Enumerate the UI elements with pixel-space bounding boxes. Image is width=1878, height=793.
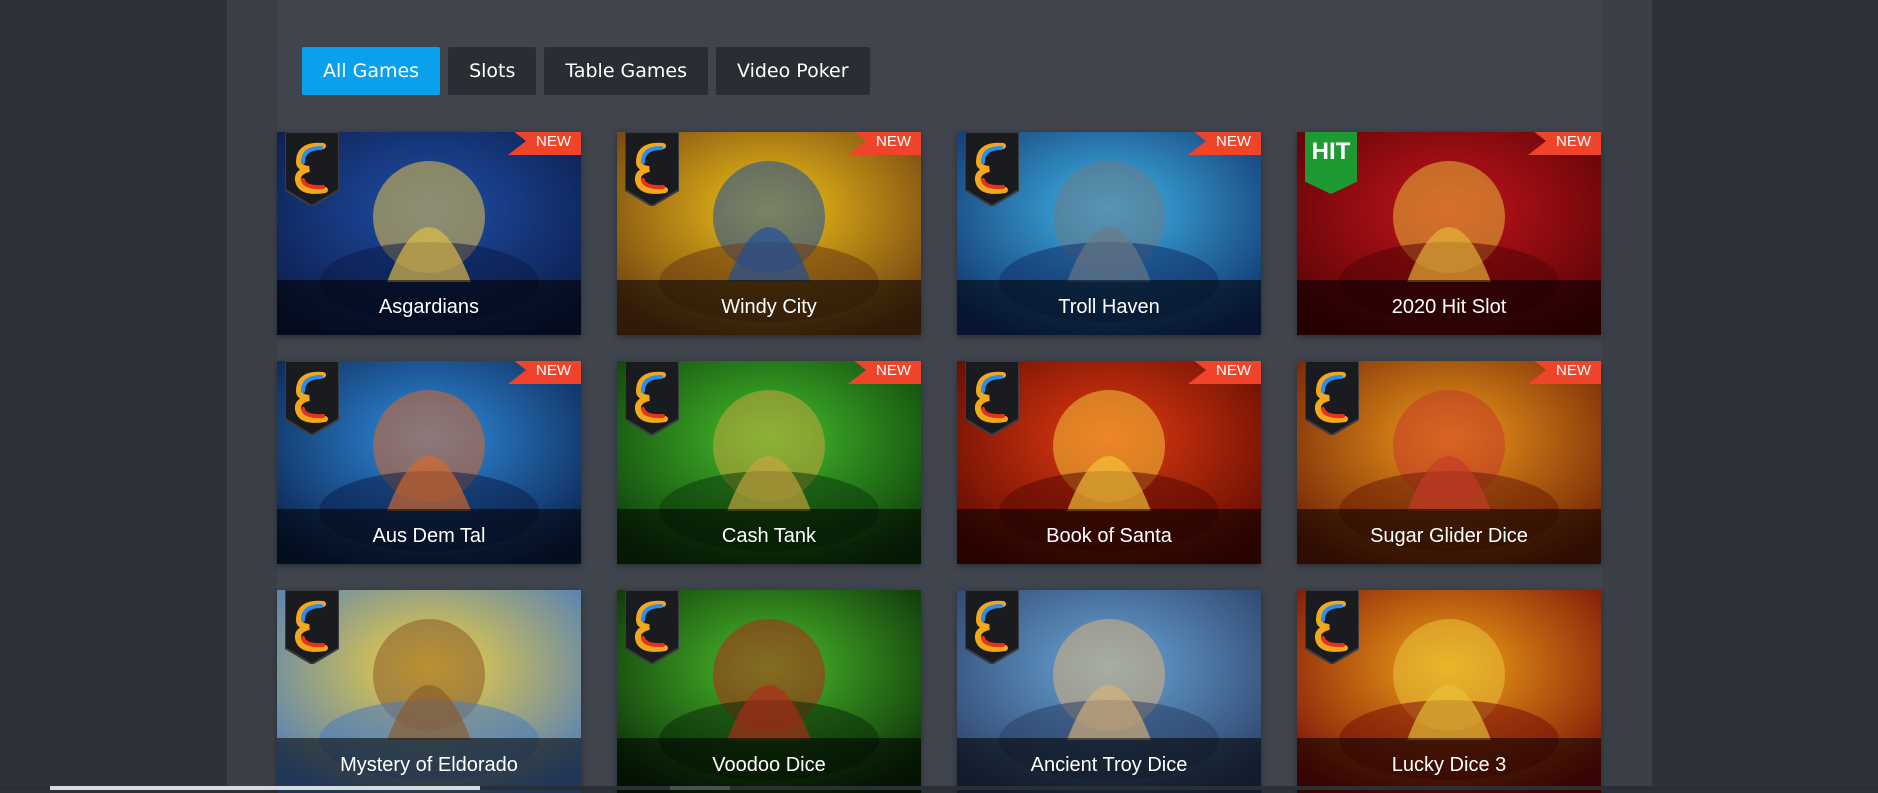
horizontal-scrollbar[interactable] [0, 786, 1878, 790]
game-card-windy-city[interactable]: NEW Windy City [617, 132, 921, 335]
scrollbar-thumb[interactable] [50, 786, 480, 790]
game-title: Windy City [617, 280, 921, 335]
game-title: Sugar Glider Dice [1297, 509, 1601, 564]
provider-logo-icon [965, 590, 1019, 664]
game-title: Lucky Dice 3 [1297, 738, 1601, 793]
provider-logo-icon [285, 361, 339, 435]
game-title: Asgardians [277, 280, 581, 335]
page-container: All Games Slots Table Games Video Poker … [227, 0, 1652, 793]
category-tabs: All Games Slots Table Games Video Poker [302, 47, 870, 95]
provider-logo-icon [285, 590, 339, 664]
scrollbar-marker [670, 786, 730, 790]
game-card-2020-hit-slot[interactable]: HIT NEW 2020 Hit Slot [1297, 132, 1601, 335]
tab-all-games[interactable]: All Games [302, 47, 441, 95]
game-title: Aus Dem Tal [277, 509, 581, 564]
game-title: 2020 Hit Slot [1297, 280, 1601, 335]
provider-logo-icon [625, 132, 679, 206]
provider-logo-icon [285, 132, 339, 206]
provider-logo-icon [625, 590, 679, 664]
games-grid: NEW Asgardians NEW Windy City NEW Troll Haven… [277, 132, 1601, 793]
provider-logo-icon [1305, 590, 1359, 664]
game-card-aus-dem-tal[interactable]: NEW Aus Dem Tal [277, 361, 581, 564]
provider-logo-icon [965, 132, 1019, 206]
game-card-sugar-glider-dice[interactable]: NEW Sugar Glider Dice [1297, 361, 1601, 564]
game-card-book-of-santa[interactable]: NEW Book of Santa [957, 361, 1261, 564]
tab-table-games[interactable]: Table Games [544, 47, 709, 95]
provider-logo-icon [965, 361, 1019, 435]
tab-slots[interactable]: Slots [448, 47, 537, 95]
hit-badge: HIT [1305, 132, 1357, 194]
game-card-ancient-troy-dice[interactable]: Ancient Troy Dice [957, 590, 1261, 793]
game-title: Book of Santa [957, 509, 1261, 564]
game-title: Voodoo Dice [617, 738, 921, 793]
provider-logo-icon [1305, 361, 1359, 435]
game-lobby-panel: All Games Slots Table Games Video Poker … [277, 0, 1602, 793]
game-card-mystery-of-eldorado[interactable]: Mystery of Eldorado [277, 590, 581, 793]
game-title: Ancient Troy Dice [957, 738, 1261, 793]
game-card-asgardians[interactable]: NEW Asgardians [277, 132, 581, 335]
tab-video-poker[interactable]: Video Poker [716, 47, 870, 95]
game-card-cash-tank[interactable]: NEW Cash Tank [617, 361, 921, 564]
provider-logo-icon [625, 361, 679, 435]
game-card-lucky-dice-3[interactable]: Lucky Dice 3 [1297, 590, 1601, 793]
game-card-troll-haven[interactable]: NEW Troll Haven [957, 132, 1261, 335]
game-title: Troll Haven [957, 280, 1261, 335]
game-card-voodoo-dice[interactable]: Voodoo Dice [617, 590, 921, 793]
game-title: Cash Tank [617, 509, 921, 564]
game-title: Mystery of Eldorado [277, 738, 581, 793]
